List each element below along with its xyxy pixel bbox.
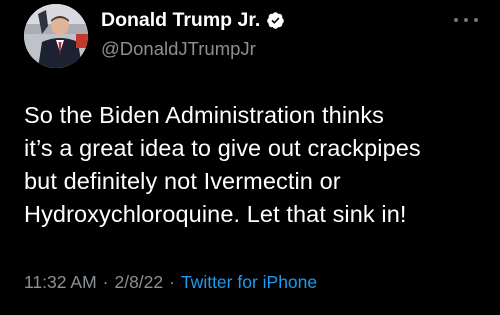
tweet-text: So the Biden Administration thinks it’s … — [24, 99, 486, 231]
tweet-date[interactable]: 2/8/22 — [114, 272, 163, 292]
tweet-card: Donald Trump Jr. @DonaldJTrumpJr So the … — [0, 0, 500, 315]
tweet-source-link[interactable]: Twitter for iPhone — [181, 272, 317, 292]
verified-badge-icon — [266, 11, 285, 30]
tweet-text-line: but definitely not Ivermectin or — [24, 168, 341, 194]
author-block[interactable]: Donald Trump Jr. @DonaldJTrumpJr — [101, 6, 285, 60]
avatar-image — [24, 4, 88, 68]
more-dot — [474, 18, 478, 22]
name-row: Donald Trump Jr. — [101, 6, 285, 34]
avatar[interactable] — [24, 4, 88, 68]
tweet-time[interactable]: 11:32 AM — [24, 272, 97, 292]
tweet-text-line: it’s a great idea to give out crackpipes — [24, 135, 421, 161]
tweet-text-line: So the Biden Administration thinks — [24, 102, 385, 128]
more-dot — [464, 18, 468, 22]
tweet-text-line: Hydroxychloroquine. Let that sink in! — [24, 201, 407, 227]
more-dot — [454, 18, 458, 22]
meta-separator: · — [169, 272, 175, 292]
display-name[interactable]: Donald Trump Jr. — [101, 9, 260, 32]
handle[interactable]: @DonaldJTrumpJr — [101, 38, 285, 60]
meta-separator: · — [102, 272, 109, 292]
more-options-icon[interactable] — [454, 14, 478, 26]
tweet-meta: 11:32 AM · 2/8/22 · Twitter for iPhone — [24, 272, 317, 293]
